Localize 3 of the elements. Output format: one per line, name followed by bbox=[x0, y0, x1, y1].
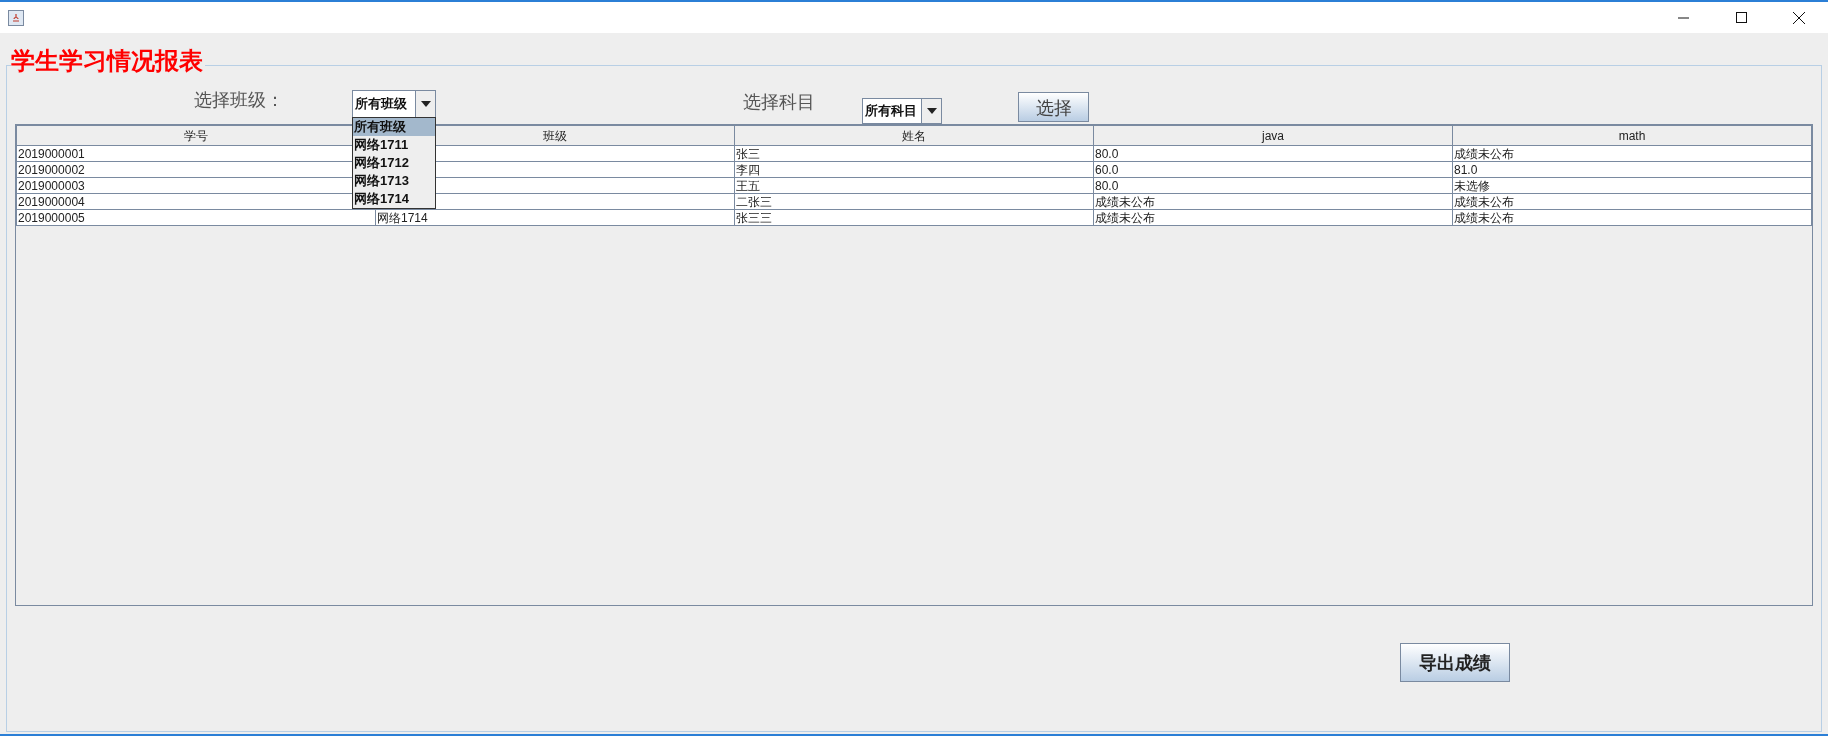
class-label: 选择班级： bbox=[194, 88, 284, 112]
panel-title: 学生学习情况报表 bbox=[11, 46, 205, 76]
subject-label: 选择科目 bbox=[743, 90, 815, 114]
